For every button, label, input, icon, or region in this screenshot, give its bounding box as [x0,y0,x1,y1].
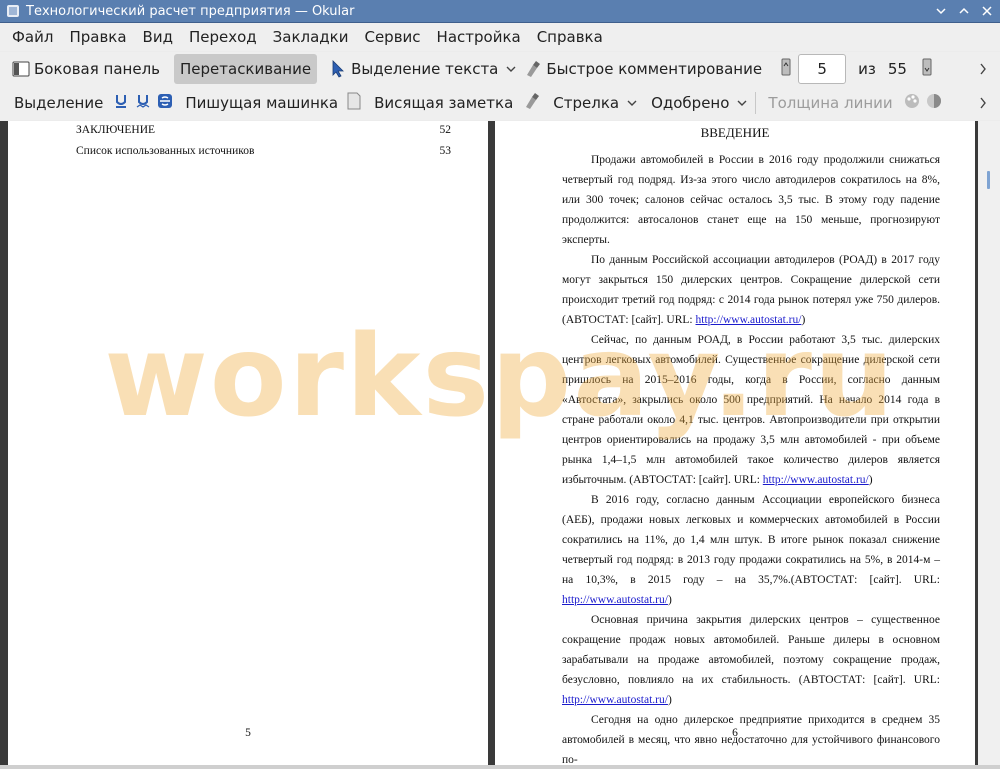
next-page-icon[interactable] [921,58,933,80]
menu-view[interactable]: Вид [135,24,181,50]
paragraph: Продажи автомобилей в России в 2016 году… [562,154,940,246]
section-heading: ВВЕДЕНИЕ [700,125,770,140]
toc-entry: ЗАКЛЮЧЕНИЕ 52 [76,124,451,136]
total-pages-label: 55 [887,60,907,78]
menu-bar: Файл Правка Вид Переход Закладки Сервис … [0,23,1000,51]
arrow-tool-button[interactable]: Стрелка [547,88,625,118]
toc-entry: Список использованных источников 53 [76,145,451,157]
marker-icon[interactable] [523,92,541,114]
page-number: 6 [732,727,738,739]
source-link[interactable]: http://www.autostat.ru/ [696,314,802,326]
paragraph: Сейчас, по данным РОАД, в России работаю… [562,334,940,486]
typewriter-button[interactable]: Пишущая машинка [179,88,344,118]
menu-bookmarks[interactable]: Закладки [265,24,357,50]
vertical-scrollbar[interactable] [978,121,1000,769]
highlighter-icon [524,60,542,78]
annotation-toolbar: Выделение Пишущая машинка Висящая заметк… [0,86,1000,120]
page-number-input[interactable]: 5 [798,54,847,84]
menu-settings[interactable]: Настройка [429,24,529,50]
underline-icon[interactable] [113,93,129,113]
paragraph: В 2016 году, согласно данным Ассоциации … [562,494,940,606]
menu-file[interactable]: Файл [0,24,61,50]
close-window-icon[interactable] [977,1,997,21]
typewriter-label: Пишущая машинка [185,94,339,112]
arrow-dropdown-chevron-icon[interactable] [625,96,639,110]
chevron-down-icon[interactable] [504,62,518,76]
stamp-approved-button[interactable]: Одобрено [645,88,735,118]
paragraph: Основная причина закрытия дилерских цент… [562,614,940,706]
toolbar-overflow-icon[interactable] [976,62,990,76]
window-title: Технологический расчет предприятия — Oku… [26,3,355,19]
sticky-note-label: Висящая заметка [374,94,514,112]
line-width-button[interactable]: Толщина линии [762,88,898,118]
paragraph: По данным Российской ассоциации автодиле… [562,254,940,326]
source-link[interactable]: http://www.autostat.ru/ [763,474,869,486]
source-link[interactable]: http://www.autostat.ru/ [562,694,668,706]
sidebar-icon [12,60,30,78]
source-link[interactable]: http://www.autostat.ru/ [562,594,668,606]
toolbar2-overflow-icon[interactable] [976,96,990,110]
menu-go[interactable]: Переход [181,24,265,50]
toc-entry-title: ЗАКЛЮЧЕНИЕ [76,124,156,136]
scrollbar-thumb[interactable] [987,171,990,189]
stamp-dropdown-chevron-icon[interactable] [735,96,749,110]
title-bar: Технологический расчет предприятия — Oku… [0,0,1000,23]
previous-page-icon[interactable] [780,58,792,80]
maximize-window-icon[interactable] [954,1,974,21]
page-5: ЗАКЛЮЧЕНИЕ 52 Список использованных исто… [8,121,488,769]
line-width-label: Толщина линии [768,94,893,112]
page-number: 5 [245,727,251,739]
sidebar-label: Боковая панель [34,60,160,78]
selection-tool-label: Выделение [14,94,104,112]
quick-comment-button[interactable]: Быстрое комментирование [518,54,768,84]
page-6: ВВЕДЕНИЕ Продажи автомобилей в России в … [495,121,975,769]
status-strip [0,765,1000,769]
collapse-window-icon[interactable] [931,1,951,21]
selection-tool-button[interactable]: Выделение [8,88,109,118]
quick-comment-label: Быстрое комментирование [546,60,763,78]
toolbar-separator [755,92,757,114]
note-icon[interactable] [346,92,362,114]
stamp-approved-label: Одобрено [651,94,730,112]
okular-app-icon [7,5,19,17]
body-text: Продажи автомобилей в России в 2016 году… [562,150,940,769]
document-view[interactable]: ЗАКЛЮЧЕНИЕ 52 Список использованных исто… [0,121,1000,769]
toc-entry-page: 53 [439,145,452,157]
cursor-icon [329,60,347,78]
toc-entry-title: Список использованных источников [76,145,255,157]
squiggly-underline-icon[interactable] [135,93,151,113]
opacity-icon[interactable] [925,92,943,114]
paragraph: Сегодня на одно дилерское предприятие пр… [562,714,940,766]
menu-edit[interactable]: Правка [61,24,134,50]
arrow-tool-label: Стрелка [553,94,620,112]
text-selection-button[interactable]: Выделение текста [323,54,504,84]
menu-tools[interactable]: Сервис [356,24,428,50]
strikethrough-icon[interactable] [157,93,173,113]
menu-help[interactable]: Справка [529,24,611,50]
text-selection-label: Выделение текста [351,60,499,78]
drag-mode-label: Перетаскивание [180,60,312,78]
sticky-note-button[interactable]: Висящая заметка [368,88,519,118]
main-toolbar: Боковая панель Перетаскивание Выделение … [0,52,1000,86]
page-of-label: из [858,60,876,78]
sidebar-button[interactable]: Боковая панель [6,54,166,84]
toc-entry-page: 52 [439,124,452,136]
color-palette-icon[interactable] [903,92,921,114]
drag-mode-button[interactable]: Перетаскивание [174,54,318,84]
